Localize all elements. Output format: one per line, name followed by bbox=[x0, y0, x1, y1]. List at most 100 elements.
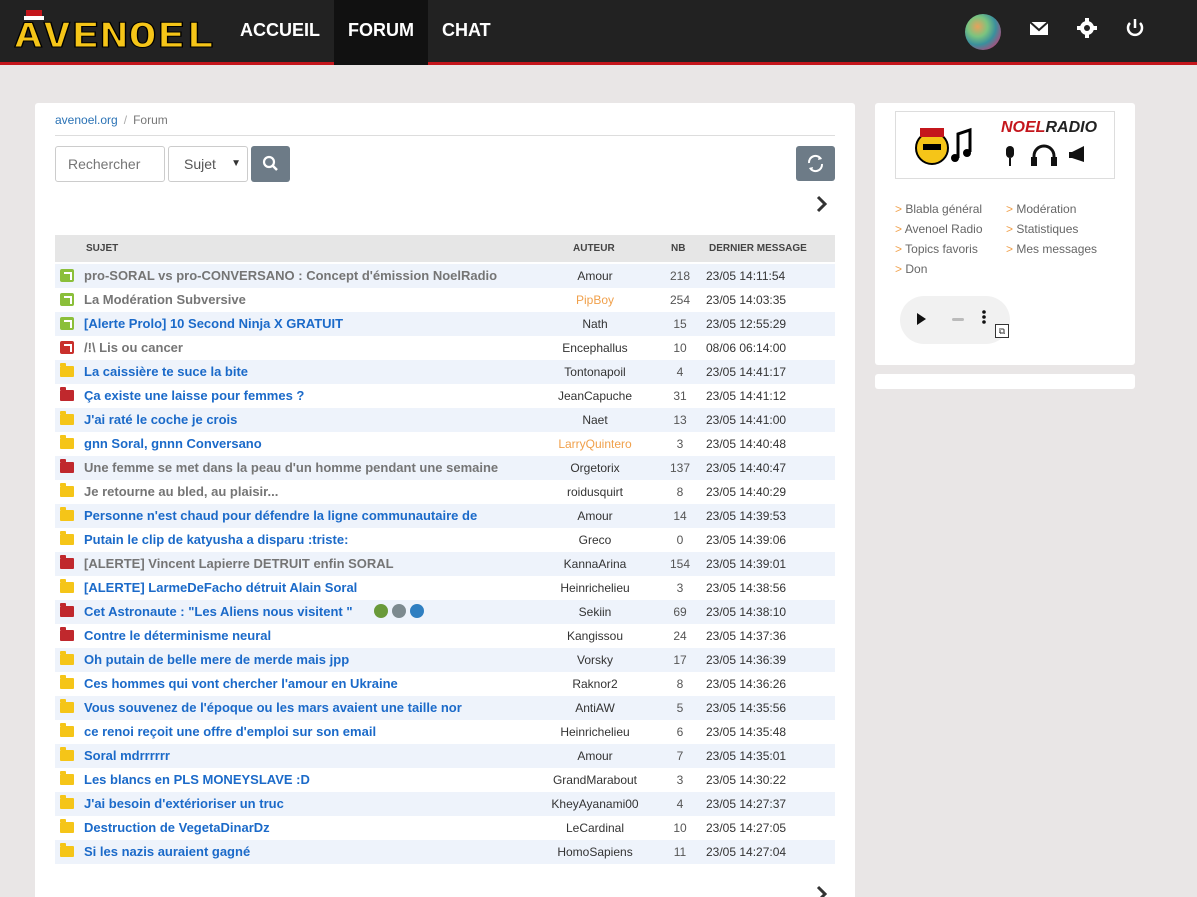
topic-title-link[interactable]: Cet Astronaute : "Les Aliens nous visite… bbox=[84, 600, 534, 624]
sidebar-item-mes-messages[interactable]: > Mes messages bbox=[1006, 239, 1097, 259]
topic-last-message-date[interactable]: 23/05 14:36:39 bbox=[706, 648, 826, 672]
nav-accueil[interactable]: ACCUEIL bbox=[226, 0, 334, 65]
table-row[interactable]: Personne n'est chaud pour défendre la li… bbox=[55, 504, 835, 528]
topic-title-link[interactable]: gnn Soral, gnnn Conversano bbox=[84, 432, 534, 456]
next-page-arrow-bottom-icon[interactable] bbox=[815, 883, 831, 897]
topic-title-link[interactable]: ce renoi reçoit une offre d'emploi sur s… bbox=[84, 720, 534, 744]
topic-title-link[interactable]: pro-SORAL vs pro-CONVERSANO : Concept d'… bbox=[84, 264, 534, 288]
topic-last-message-date[interactable]: 23/05 14:27:04 bbox=[706, 840, 826, 864]
topic-last-message-date[interactable]: 23/05 14:41:17 bbox=[706, 360, 826, 384]
table-row[interactable]: pro-SORAL vs pro-CONVERSANO : Concept d'… bbox=[55, 264, 835, 288]
table-row[interactable]: Ces hommes qui vont chercher l'amour en … bbox=[55, 672, 835, 696]
power-icon[interactable] bbox=[1123, 17, 1147, 41]
breadcrumb-home[interactable]: avenoel.org bbox=[55, 113, 118, 127]
table-row[interactable]: Destruction de VegetaDinarDz LeCardinal 10… bbox=[55, 816, 835, 840]
topic-author-link[interactable]: Heinrichelieu bbox=[525, 576, 665, 600]
table-row[interactable]: Ça existe une laisse pour femmes ? JeanCa… bbox=[55, 384, 835, 408]
table-row[interactable]: [ALERTE] Vincent Lapierre DETRUIT enfin … bbox=[55, 552, 835, 576]
table-row[interactable]: La Modération Subversive PipBoy 254 23/05 1… bbox=[55, 288, 835, 312]
topic-author-link[interactable]: Heinrichelieu bbox=[525, 720, 665, 744]
topic-author-link[interactable]: Nath bbox=[525, 312, 665, 336]
topic-last-message-date[interactable]: 23/05 14:36:26 bbox=[706, 672, 826, 696]
topic-title-link[interactable]: Une femme se met dans la peau d'un homme… bbox=[84, 456, 534, 480]
topic-last-message-date[interactable]: 23/05 14:35:56 bbox=[706, 696, 826, 720]
table-row[interactable]: J'ai raté le coche je crois Naet 13 23/05 1… bbox=[55, 408, 835, 432]
refresh-button[interactable] bbox=[796, 146, 835, 181]
topic-title-link[interactable]: Soral mdrrrrrr bbox=[84, 744, 534, 768]
popout-icon[interactable]: ⧉ bbox=[995, 324, 1009, 338]
table-row[interactable]: gnn Soral, gnnn Conversano LarryQuintero 3… bbox=[55, 432, 835, 456]
topic-author-link[interactable]: KannaArina bbox=[525, 552, 665, 576]
table-row[interactable]: Soral mdrrrrrr Amour 7 23/05 14:35:01 bbox=[55, 744, 835, 768]
search-button[interactable] bbox=[251, 146, 290, 182]
topic-author-link[interactable]: Sekiin bbox=[525, 600, 665, 624]
topic-last-message-date[interactable]: 23/05 14:40:29 bbox=[706, 480, 826, 504]
topic-author-link[interactable]: Encephallus bbox=[525, 336, 665, 360]
search-input[interactable] bbox=[55, 146, 165, 182]
topic-author-link[interactable]: Greco bbox=[525, 528, 665, 552]
topic-author-link[interactable]: GrandMarabout bbox=[525, 768, 665, 792]
topic-last-message-date[interactable]: 23/05 14:41:12 bbox=[706, 384, 826, 408]
table-row[interactable]: [ALERTE] LarmeDeFacho détruit Alain Sora… bbox=[55, 576, 835, 600]
topic-author-link[interactable]: Kangissou bbox=[525, 624, 665, 648]
topic-author-link[interactable]: LeCardinal bbox=[525, 816, 665, 840]
table-row[interactable]: Putain le clip de katyusha a disparu :tr… bbox=[55, 528, 835, 552]
sidebar-item-topics-favoris[interactable]: > Topics favoris bbox=[895, 239, 978, 259]
sidebar-item-blabla[interactable]: > Blabla général bbox=[895, 199, 982, 219]
topic-title-link[interactable]: Personne n'est chaud pour défendre la li… bbox=[84, 504, 534, 528]
table-row[interactable]: Si les nazis auraient gagné HomoSapiens 11… bbox=[55, 840, 835, 864]
table-row[interactable]: Vous souvenez de l'époque ou les mars av… bbox=[55, 696, 835, 720]
topic-title-link[interactable]: Ça existe une laisse pour femmes ? bbox=[84, 384, 534, 408]
table-row[interactable]: Une femme se met dans la peau d'un homme… bbox=[55, 456, 835, 480]
table-row[interactable]: La caissière te suce la bite Tontonapoil 4… bbox=[55, 360, 835, 384]
topic-last-message-date[interactable]: 23/05 14:35:01 bbox=[706, 744, 826, 768]
avatar[interactable] bbox=[965, 14, 1001, 50]
topic-author-link[interactable]: HomoSapiens bbox=[525, 840, 665, 864]
more-options-icon[interactable] bbox=[978, 306, 992, 328]
topic-last-message-date[interactable]: 23/05 14:39:06 bbox=[706, 528, 826, 552]
table-row[interactable]: [Alerte Prolo] 10 Second Ninja X GRATUIT… bbox=[55, 312, 835, 336]
next-page-arrow-icon[interactable] bbox=[815, 193, 831, 217]
topic-last-message-date[interactable]: 23/05 14:40:47 bbox=[706, 456, 826, 480]
topic-title-link[interactable]: Les blancs en PLS MONEYSLAVE :D bbox=[84, 768, 534, 792]
topic-last-message-date[interactable]: 23/05 14:27:37 bbox=[706, 792, 826, 816]
topic-last-message-date[interactable]: 23/05 14:30:22 bbox=[706, 768, 826, 792]
play-button[interactable] bbox=[937, 296, 967, 344]
nav-forum[interactable]: FORUM bbox=[334, 0, 428, 65]
topic-title-link[interactable]: J'ai raté le coche je crois bbox=[84, 408, 534, 432]
topic-last-message-date[interactable]: 23/05 14:41:00 bbox=[706, 408, 826, 432]
envelope-icon[interactable] bbox=[1027, 17, 1051, 41]
topic-author-link[interactable]: PipBoy bbox=[525, 288, 665, 312]
topic-title-link[interactable]: [Alerte Prolo] 10 Second Ninja X GRATUIT bbox=[84, 312, 534, 336]
topic-last-message-date[interactable]: 23/05 14:27:05 bbox=[706, 816, 826, 840]
table-row[interactable]: ce renoi reçoit une offre d'emploi sur s… bbox=[55, 720, 835, 744]
topic-title-link[interactable]: La caissière te suce la bite bbox=[84, 360, 534, 384]
sidebar-item-radio[interactable]: > Avenoel Radio bbox=[895, 219, 983, 239]
topic-last-message-date[interactable]: 23/05 14:40:48 bbox=[706, 432, 826, 456]
topic-title-link[interactable]: Putain le clip de katyusha a disparu :tr… bbox=[84, 528, 534, 552]
topic-last-message-date[interactable]: 23/05 14:38:56 bbox=[706, 576, 826, 600]
topic-title-link[interactable]: Ces hommes qui vont chercher l'amour en … bbox=[84, 672, 534, 696]
table-row[interactable]: J'ai besoin d'extérioriser un truc KheyAy… bbox=[55, 792, 835, 816]
topic-author-link[interactable]: Raknor2 bbox=[525, 672, 665, 696]
sidebar-item-statistiques[interactable]: > Statistiques bbox=[1006, 219, 1078, 239]
table-row[interactable]: Oh putain de belle mere de merde mais jp… bbox=[55, 648, 835, 672]
topic-title-link[interactable]: Vous souvenez de l'époque ou les mars av… bbox=[84, 696, 534, 720]
sidebar-item-don[interactable]: > Don bbox=[895, 259, 927, 279]
topic-last-message-date[interactable]: 23/05 14:39:01 bbox=[706, 552, 826, 576]
topic-title-link[interactable]: La Modération Subversive bbox=[84, 288, 534, 312]
topic-last-message-date[interactable]: 23/05 14:39:53 bbox=[706, 504, 826, 528]
table-row[interactable]: Cet Astronaute : "Les Aliens nous visite… bbox=[55, 600, 835, 624]
topic-author-link[interactable]: Orgetorix bbox=[525, 456, 665, 480]
topic-last-message-date[interactable]: 23/05 14:38:10 bbox=[706, 600, 826, 624]
topic-last-message-date[interactable]: 23/05 14:03:35 bbox=[706, 288, 826, 312]
topic-author-link[interactable]: Amour bbox=[525, 744, 665, 768]
topic-title-link[interactable]: J'ai besoin d'extérioriser un truc bbox=[84, 792, 534, 816]
table-row[interactable]: Je retourne au bled, au plaisir... roidus… bbox=[55, 480, 835, 504]
table-row[interactable]: Les blancs en PLS MONEYSLAVE :D GrandMara… bbox=[55, 768, 835, 792]
table-row[interactable]: Contre le déterminisme neural Kangissou 24… bbox=[55, 624, 835, 648]
noelradio-banner[interactable]: NOELRADIO bbox=[895, 111, 1115, 179]
topic-title-link[interactable]: Je retourne au bled, au plaisir... bbox=[84, 480, 534, 504]
topic-author-link[interactable]: KheyAyanami00 bbox=[525, 792, 665, 816]
topic-author-link[interactable]: roidusquirt bbox=[525, 480, 665, 504]
